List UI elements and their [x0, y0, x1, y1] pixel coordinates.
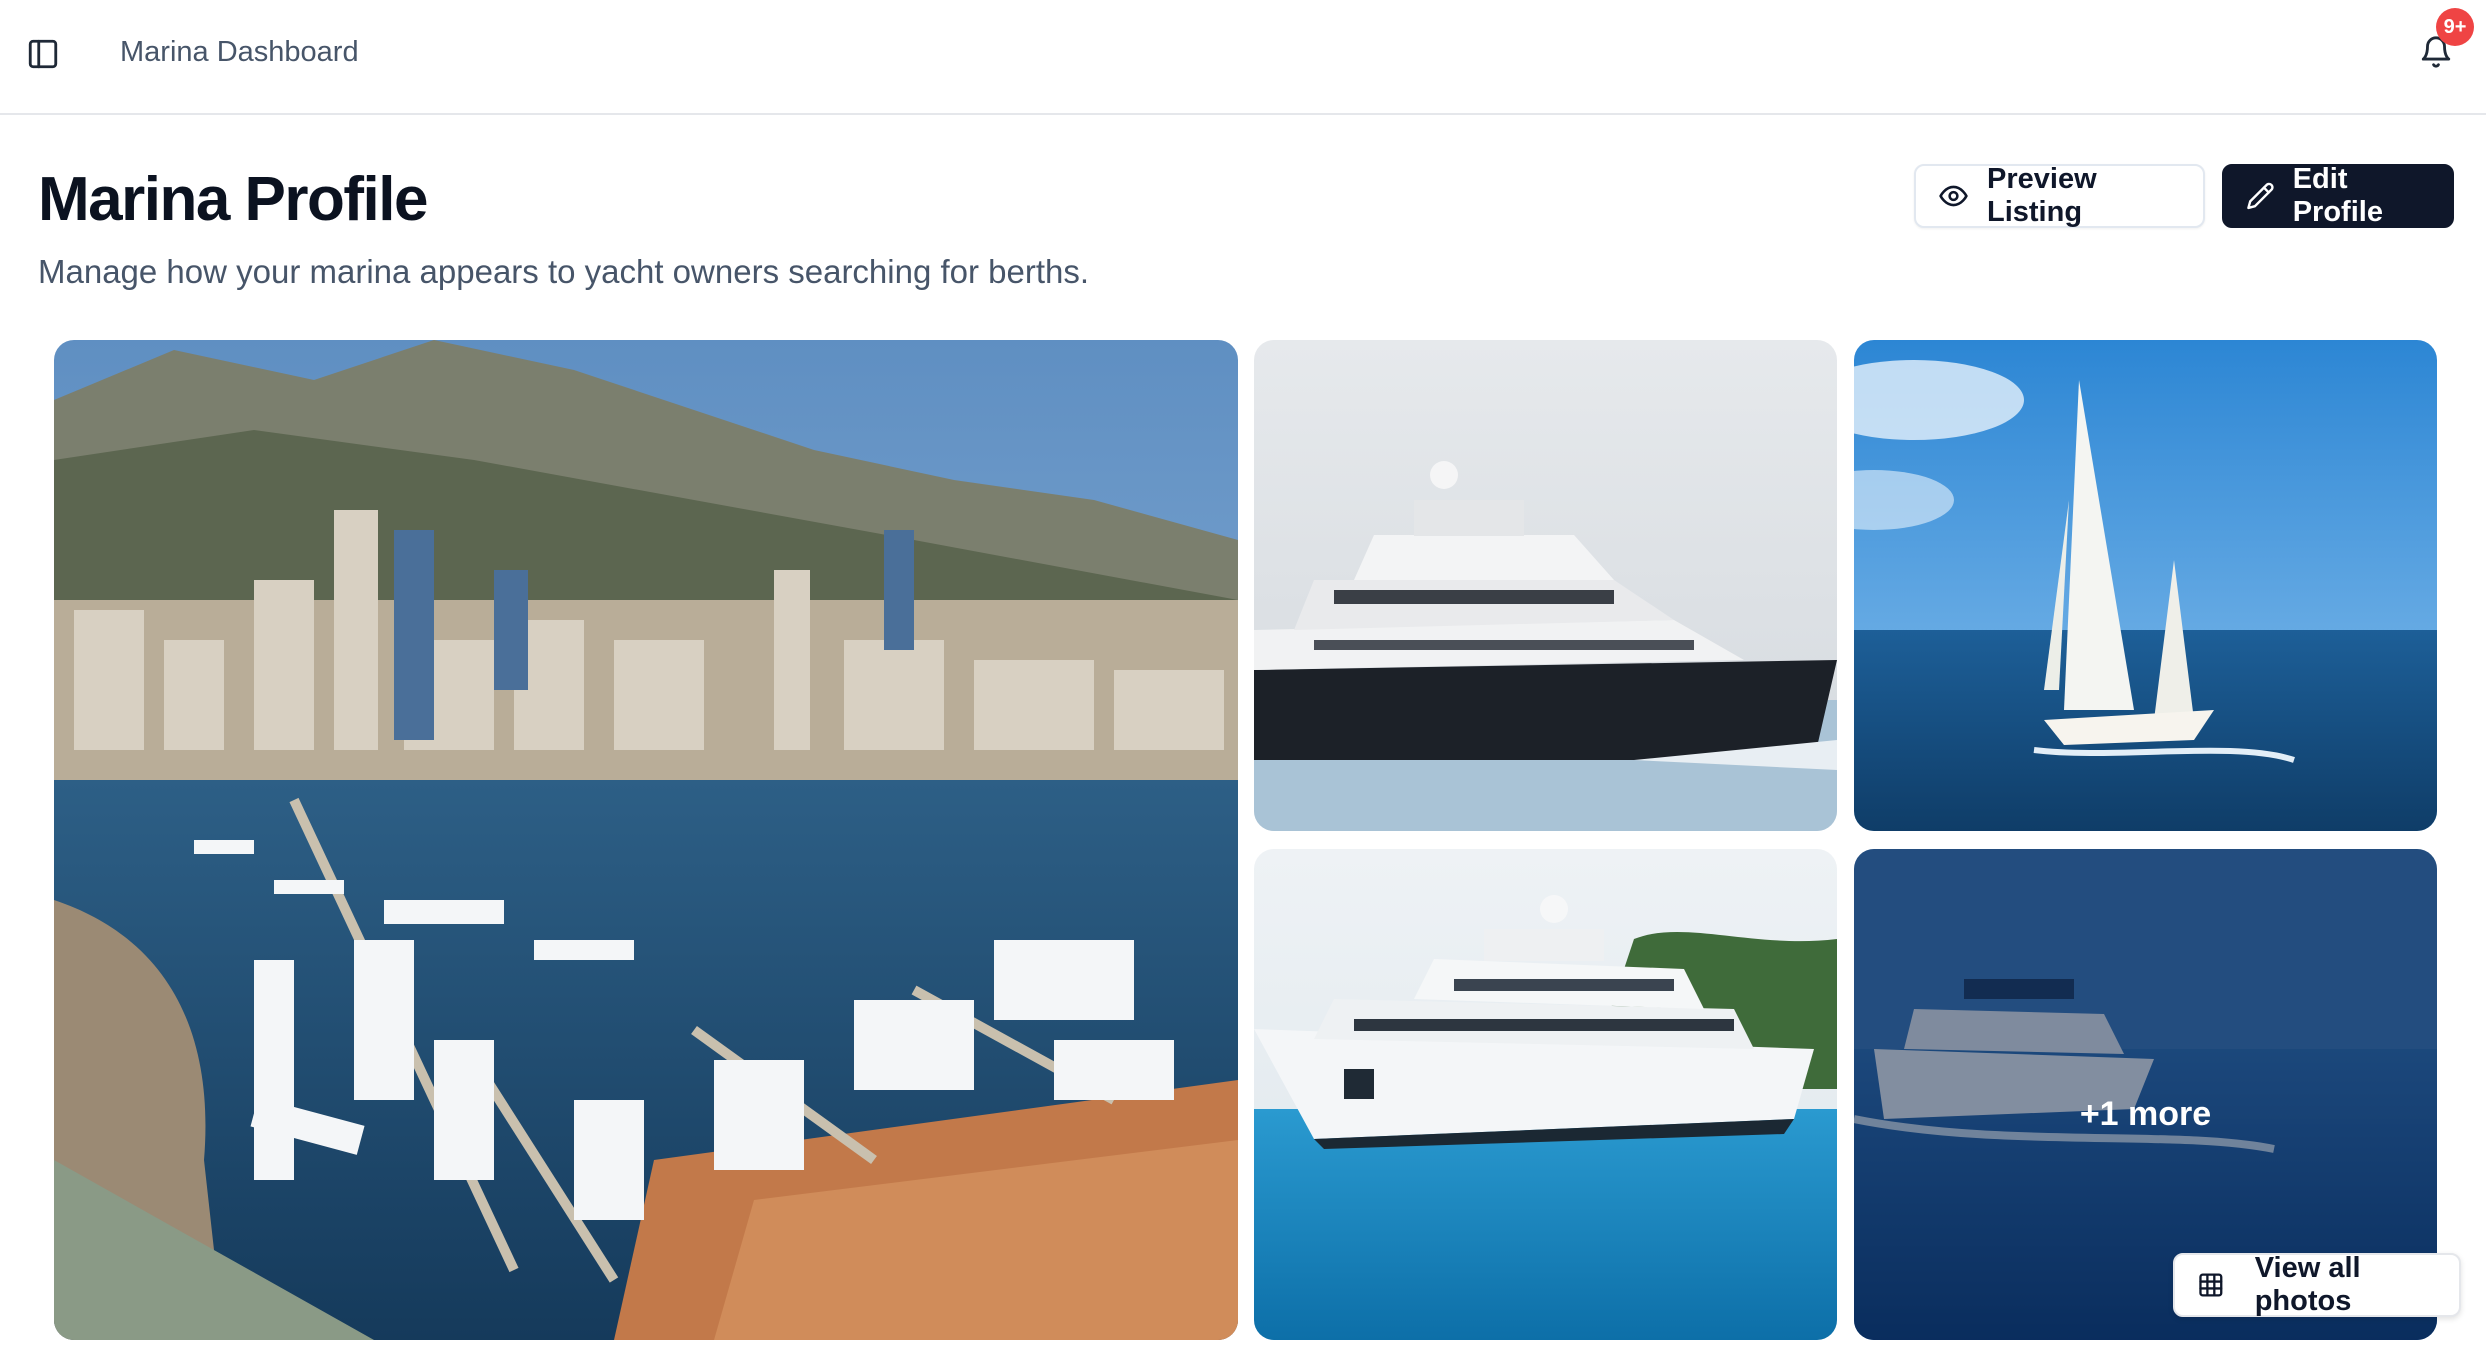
more-photos-label: +1 more [2079, 1095, 2212, 1133]
sidebar-toggle-icon [28, 39, 58, 69]
harbour-image [54, 340, 1238, 1340]
edit-profile-label: Edit Profile [2292, 163, 2383, 228]
breadcrumb[interactable]: Marina Dashboard [120, 32, 359, 72]
gallery-photo-motor-yacht[interactable] [1254, 849, 1837, 1340]
superyacht-image [1254, 340, 1837, 831]
sailboat-image [1854, 340, 2437, 831]
page-title: Marina Profile [38, 165, 429, 234]
view-all-photos-button[interactable]: View all photos [2173, 1252, 2461, 1317]
gallery-photo-superyacht[interactable] [1254, 340, 1837, 831]
gallery-photo-harbour[interactable] [54, 340, 1238, 1340]
pencil-icon [2247, 182, 2274, 210]
preview-listing-button[interactable]: Preview Listing [1914, 163, 2205, 228]
preview-listing-label: Preview Listing [1987, 163, 2097, 228]
view-all-photos-label: View all photos [2254, 1252, 2361, 1317]
eye-icon [1939, 185, 1968, 207]
top-bar: Marina Dashboard 9+ [0, 0, 2486, 115]
notification-badge: 9+ [2436, 8, 2474, 46]
grid-icon [2199, 1273, 2223, 1297]
sidebar-toggle-button[interactable] [22, 33, 64, 75]
edit-profile-button[interactable]: Edit Profile [2222, 163, 2454, 228]
motor-yacht-image [1254, 849, 1837, 1340]
page-subtitle: Manage how your marina appears to yacht … [38, 253, 1090, 290]
gallery-photo-sailboat[interactable] [1854, 340, 2437, 831]
